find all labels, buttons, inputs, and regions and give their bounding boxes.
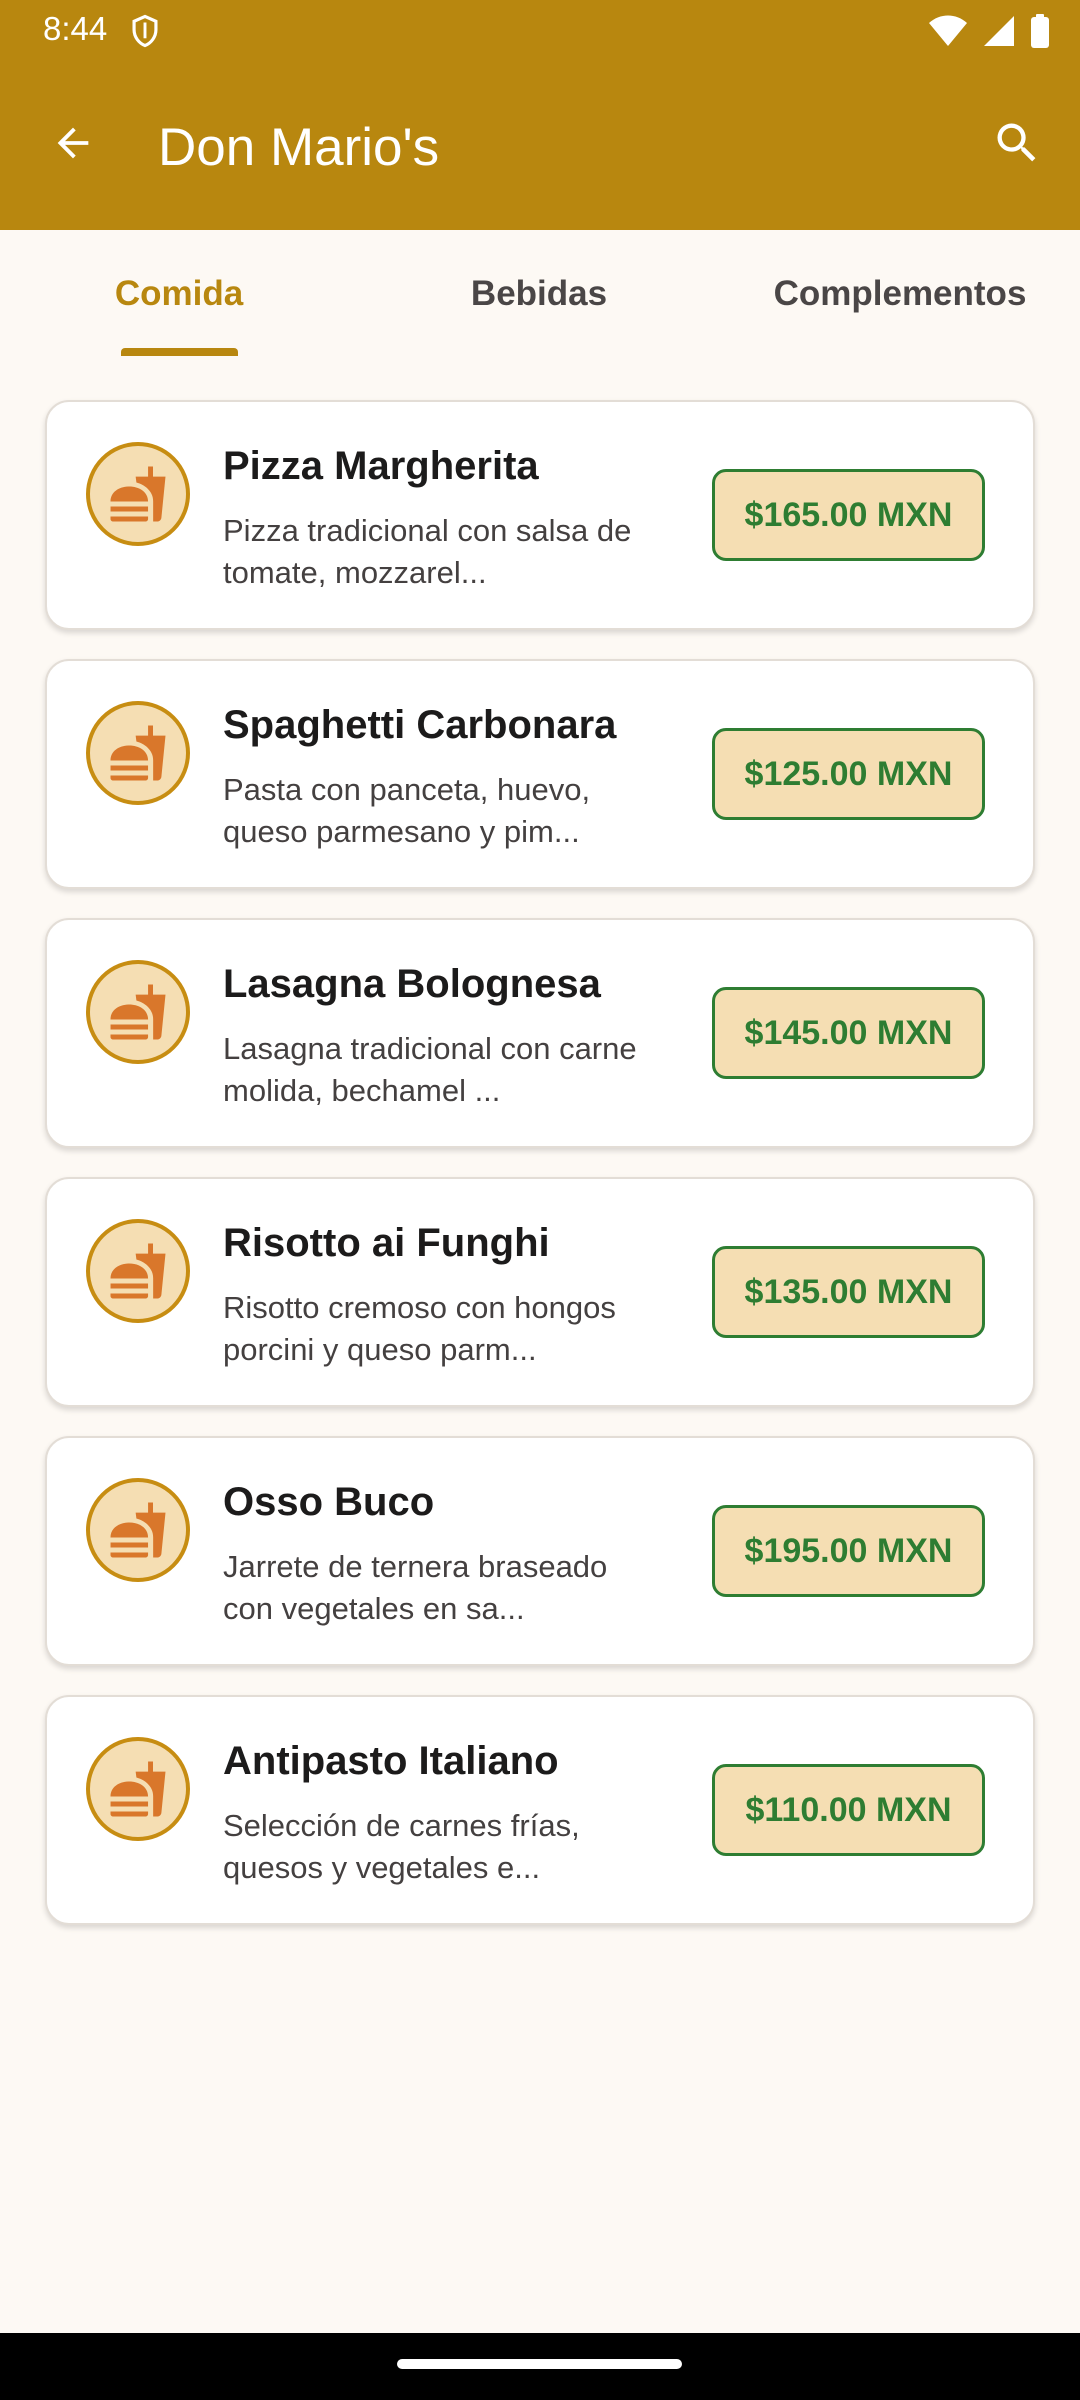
item-name: Antipasto Italiano	[223, 1739, 559, 1783]
fastfood-icon	[86, 1737, 190, 1841]
fastfood-glyph	[110, 466, 166, 522]
fastfood-glyph	[110, 1502, 166, 1558]
item-description: Jarrete de ternera braseado con vegetale…	[223, 1546, 683, 1630]
fastfood-icon	[86, 1219, 190, 1323]
price-badge: $165.00 MXN	[712, 469, 985, 561]
shield-icon	[132, 14, 158, 48]
tab-bebidas[interactable]: Bebidas	[358, 230, 720, 358]
item-name: Lasagna Bolognesa	[223, 962, 601, 1006]
menu-item-card[interactable]: Pizza Margherita Pizza tradicional con s…	[45, 400, 1035, 630]
price-badge: $110.00 MXN	[712, 1764, 985, 1856]
item-description: Lasagna tradicional con carne molida, be…	[223, 1028, 683, 1112]
price-badge: $145.00 MXN	[712, 987, 985, 1079]
menu-item-card[interactable]: Antipasto Italiano Selección de carnes f…	[45, 1695, 1035, 1925]
search-icon	[997, 123, 1036, 162]
battery-icon	[1031, 14, 1049, 48]
price-badge: $125.00 MXN	[712, 728, 985, 820]
item-description-line: Lasagna tradicional con carne	[223, 1031, 637, 1066]
tab-label: Comida	[114, 274, 244, 313]
fastfood-glyph	[110, 725, 166, 781]
app-bar: 8:44 Don Mario's	[0, 0, 1080, 230]
item-description-line: Pizza tradicional con salsa de	[223, 513, 632, 548]
item-description-line: porcini y queso parm...	[223, 1332, 537, 1367]
category-tabs: Comida Bebidas Complementos	[0, 230, 1080, 358]
back-button[interactable]	[40, 110, 106, 176]
item-name: Pizza Margherita	[223, 444, 539, 488]
search-button[interactable]	[984, 110, 1050, 176]
tab-label: Complementos	[773, 274, 1027, 313]
item-description: Risotto cremoso con hongos porcini y que…	[223, 1287, 683, 1371]
item-description-line: tomate, mozzarel...	[223, 555, 487, 590]
fastfood-glyph	[110, 1243, 166, 1299]
item-name: Risotto ai Funghi	[223, 1221, 550, 1265]
tab-indicator	[121, 348, 238, 356]
menu-item-card[interactable]: Risotto ai Funghi Risotto cremoso con ho…	[45, 1177, 1035, 1407]
wifi-icon	[929, 15, 967, 46]
status-icons	[928, 14, 1050, 48]
item-description: Pizza tradicional con salsa de tomate, m…	[223, 510, 683, 594]
page-title: Don Mario's	[158, 118, 440, 177]
fastfood-icon	[86, 1478, 190, 1582]
item-description-line: Pasta con panceta, huevo,	[223, 772, 591, 807]
price-badge: $195.00 MXN	[712, 1505, 985, 1597]
item-description-line: Risotto cremoso con hongos	[223, 1290, 616, 1325]
item-name: Spaghetti Carbonara	[223, 703, 617, 747]
item-name: Osso Buco	[223, 1480, 435, 1524]
item-description-line: molida, bechamel ...	[223, 1073, 501, 1108]
fastfood-icon	[86, 960, 190, 1064]
menu-item-card[interactable]: Osso Buco Jarrete de ternera braseado co…	[45, 1436, 1035, 1666]
item-description-line: Selección de carnes frías,	[223, 1808, 580, 1843]
fastfood-icon	[86, 442, 190, 546]
tab-comida[interactable]: Comida	[0, 230, 358, 358]
fastfood-glyph	[110, 984, 166, 1040]
signal-icon	[984, 16, 1014, 46]
fastfood-icon	[86, 701, 190, 805]
item-description-line: con vegetales en sa...	[223, 1591, 525, 1626]
status-bar: 8:44	[0, 0, 1080, 62]
item-description: Pasta con panceta, huevo, queso parmesan…	[223, 769, 683, 853]
item-description: Selección de carnes frías, quesos y vege…	[223, 1805, 683, 1889]
arrow-back-icon	[57, 127, 89, 159]
menu-item-card[interactable]: Lasagna Bolognesa Lasagna tradicional co…	[45, 918, 1035, 1148]
price-badge: $135.00 MXN	[712, 1246, 985, 1338]
item-description-line: queso parmesano y pim...	[223, 814, 580, 849]
status-time: 8:44	[43, 10, 108, 47]
tab-complementos[interactable]: Complementos	[720, 230, 1080, 358]
menu-item-card[interactable]: Spaghetti Carbonara Pasta con panceta, h…	[45, 659, 1035, 889]
home-gesture-handle[interactable]	[397, 2359, 682, 2369]
tab-label: Bebidas	[470, 274, 608, 313]
fastfood-glyph	[110, 1761, 166, 1817]
item-description-line: Jarrete de ternera braseado	[223, 1549, 608, 1584]
item-description-line: quesos y vegetales e...	[223, 1850, 541, 1885]
